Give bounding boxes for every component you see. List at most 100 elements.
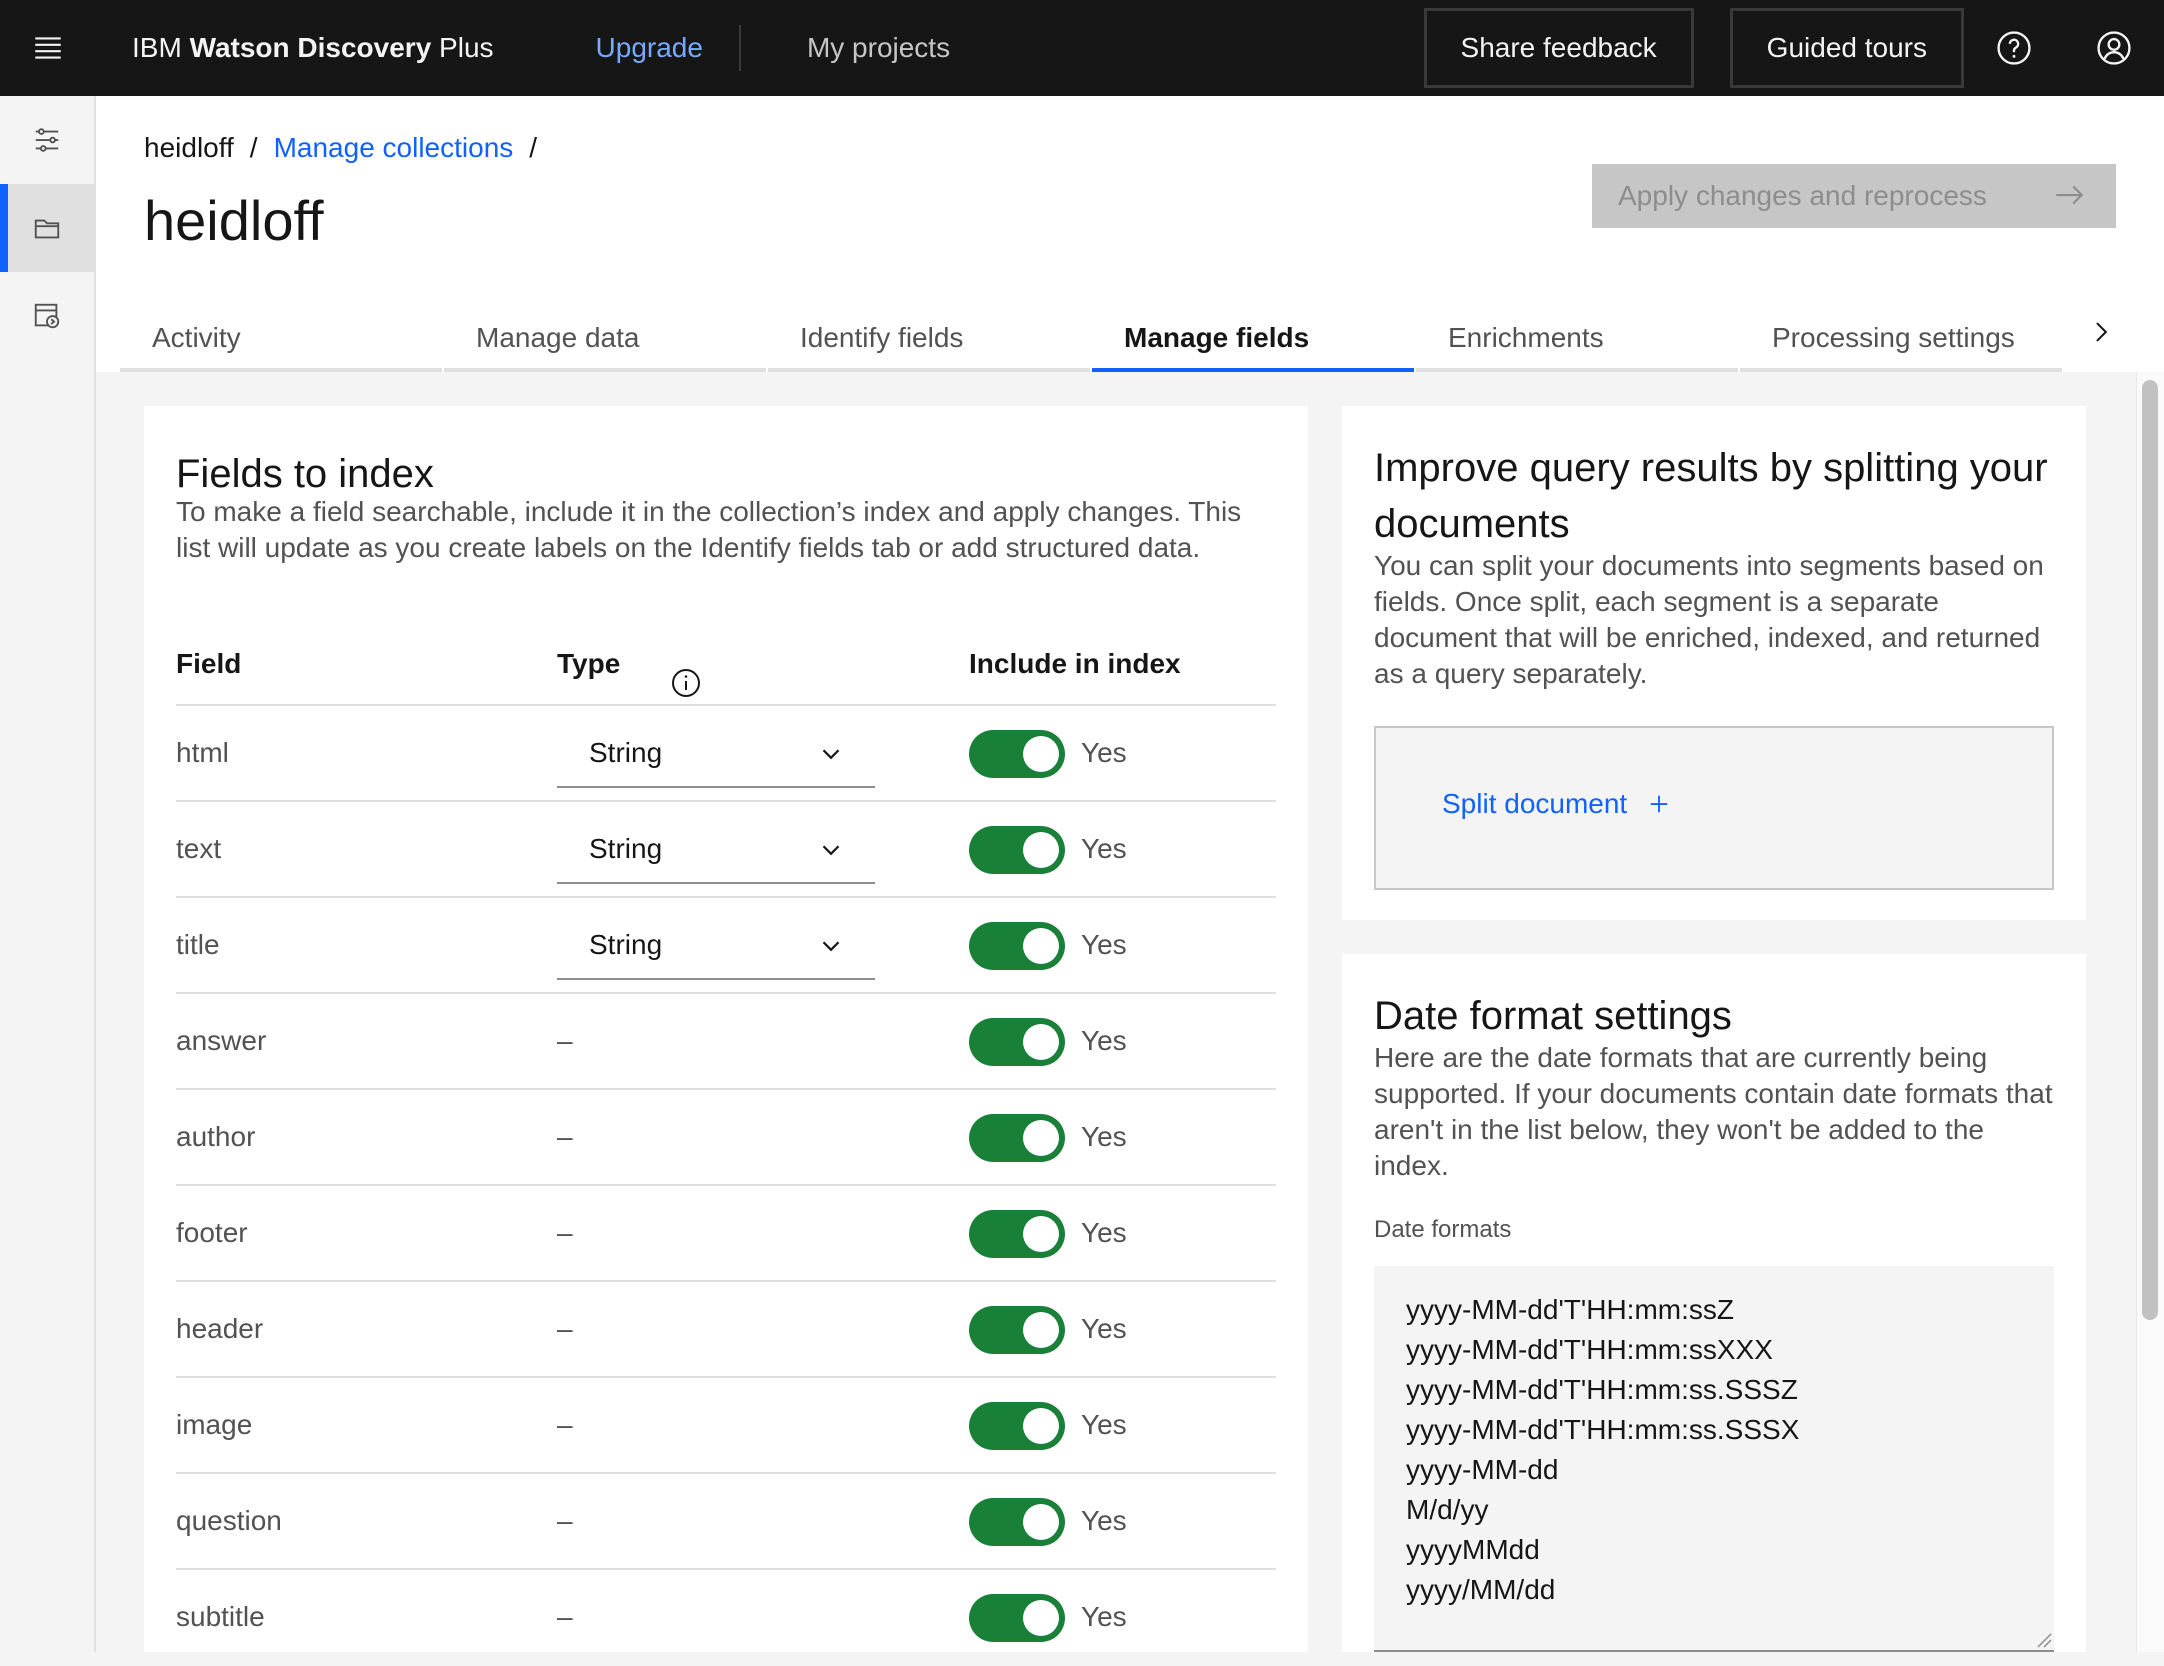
type-dropdown[interactable]: String xyxy=(557,720,875,788)
table-row: header – Yes xyxy=(176,1282,1276,1378)
type-value: – xyxy=(557,1505,573,1536)
include-toggle[interactable] xyxy=(969,1402,1065,1450)
split-document-box: Split document xyxy=(1374,726,2054,890)
include-toggle-label: Yes xyxy=(1081,1121,1127,1152)
type-dropdown[interactable]: String xyxy=(557,912,875,980)
page-title: heidloff xyxy=(144,189,324,252)
include-toggle-label: Yes xyxy=(1081,1505,1127,1536)
include-toggle[interactable] xyxy=(969,1210,1065,1258)
include-toggle[interactable] xyxy=(969,1594,1065,1642)
type-value: – xyxy=(557,1217,573,1248)
share-feedback-button[interactable]: Share feedback xyxy=(1423,8,1694,88)
tab-manage-data[interactable]: Manage data xyxy=(444,308,766,372)
table-row: question – Yes xyxy=(176,1474,1276,1570)
include-toggle-label: Yes xyxy=(1081,1313,1127,1344)
field-name: answer xyxy=(176,1025,267,1056)
field-name: header xyxy=(176,1313,264,1344)
folder-icon[interactable] xyxy=(0,184,94,272)
include-toggle-label: Yes xyxy=(1081,1025,1127,1056)
include-toggle-label: Yes xyxy=(1081,1601,1127,1632)
page-header: heidloff / Manage collections / heidloff… xyxy=(96,96,2164,372)
type-value: – xyxy=(557,1601,573,1632)
settings-sliders-icon[interactable] xyxy=(0,96,94,184)
my-projects-link[interactable]: My projects xyxy=(807,32,950,64)
date-format-line: yyyy-MM-dd'T'HH:mm:ss.SSSZ xyxy=(1406,1374,1798,1405)
hamburger-menu-icon[interactable] xyxy=(0,0,96,96)
include-toggle-label: Yes xyxy=(1081,1409,1127,1440)
table-row: answer – Yes xyxy=(176,994,1276,1090)
include-toggle[interactable] xyxy=(969,826,1065,874)
field-name: title xyxy=(176,929,220,960)
include-toggle[interactable] xyxy=(969,922,1065,970)
table-row: title String Yes xyxy=(176,898,1276,994)
column-header-field: Field xyxy=(176,648,242,679)
chevron-down-icon xyxy=(822,749,840,760)
tab-enrichments[interactable]: Enrichments xyxy=(1416,308,1738,372)
include-toggle[interactable] xyxy=(969,1306,1065,1354)
breadcrumb: heidloff / Manage collections / xyxy=(144,132,537,164)
tab-processing-settings[interactable]: Processing settings xyxy=(1740,308,2062,372)
field-name: image xyxy=(176,1409,253,1440)
split-document-label: Split document xyxy=(1442,788,1628,819)
table-header: Field Type Include in index xyxy=(176,622,1276,706)
user-avatar-icon[interactable] xyxy=(2064,0,2164,96)
brand-bold: Watson Discovery xyxy=(189,32,432,63)
top-header: IBM Watson Discovery Plus Upgrade My pro… xyxy=(0,0,2164,96)
tab-activity[interactable]: Activity xyxy=(120,308,442,372)
table-row: author – Yes xyxy=(176,1090,1276,1186)
include-toggle-label: Yes xyxy=(1081,1217,1127,1248)
chevron-right-icon[interactable] xyxy=(2086,312,2116,352)
tab-identify-fields[interactable]: Identify fields xyxy=(768,308,1090,372)
column-header-include: Include in index xyxy=(969,648,1181,679)
include-toggle[interactable] xyxy=(969,1018,1065,1066)
type-dropdown[interactable]: String xyxy=(557,816,875,884)
date-format-line: yyyy-MM-dd'T'HH:mm:ssXXX xyxy=(1406,1334,1773,1365)
split-documents-panel: Improve query results by splitting your … xyxy=(1342,406,2086,920)
include-toggle[interactable] xyxy=(969,730,1065,778)
table-row: image – Yes xyxy=(176,1378,1276,1474)
date-format-line: yyyy/MM/dd xyxy=(1406,1574,1556,1605)
split-panel-title: Improve query results by splitting your … xyxy=(1374,446,2048,546)
type-value: – xyxy=(557,1025,573,1056)
type-dropdown-value: String xyxy=(589,737,663,768)
date-formats-textarea[interactable]: yyyy-MM-dd'T'HH:mm:ssZ yyyy-MM-dd'T'HH:m… xyxy=(1374,1266,2054,1652)
field-name: subtitle xyxy=(176,1601,265,1632)
brand-suffix: Plus xyxy=(431,32,494,63)
table-row: footer – Yes xyxy=(176,1186,1276,1282)
column-header-type: Type xyxy=(557,648,621,679)
date-formats-label: Date formats xyxy=(1374,1216,1512,1243)
breadcrumb-manage-collections[interactable]: Manage collections xyxy=(274,132,514,164)
apply-changes-button[interactable]: Apply changes and reprocess xyxy=(1592,164,2116,228)
scrollbar-thumb[interactable] xyxy=(2142,380,2158,1320)
tab-list: Activity Manage data Identify fields Man… xyxy=(120,308,2064,372)
type-dropdown-value: String xyxy=(589,833,663,864)
split-document-link[interactable]: Split document xyxy=(1442,788,1671,820)
resize-handle-icon[interactable] xyxy=(2034,1630,2052,1648)
table-row: html String Yes xyxy=(176,706,1276,802)
table-row: text String Yes xyxy=(176,802,1276,898)
breadcrumb-separator: / xyxy=(529,132,538,163)
info-icon[interactable] xyxy=(670,648,702,697)
date-format-line: M/d/yy xyxy=(1406,1494,1489,1525)
apply-changes-label: Apply changes and reprocess xyxy=(1618,180,1987,211)
deploy-icon[interactable] xyxy=(0,272,94,360)
tab-manage-fields[interactable]: Manage fields xyxy=(1092,308,1414,372)
guided-tours-button[interactable]: Guided tours xyxy=(1729,8,1964,88)
fields-table-body: html String Yes text String Yes title St… xyxy=(176,706,1276,1666)
breadcrumb-root[interactable]: heidloff xyxy=(144,132,234,164)
arrow-right-icon xyxy=(2056,185,2084,205)
field-name: question xyxy=(176,1505,282,1536)
include-toggle[interactable] xyxy=(969,1114,1065,1162)
include-toggle-label: Yes xyxy=(1081,833,1127,864)
field-name: text xyxy=(176,833,222,864)
help-icon[interactable] xyxy=(1964,0,2064,96)
date-panel-description: Here are the date formats that are curre… xyxy=(1374,1042,2053,1181)
field-name: author xyxy=(176,1121,256,1152)
product-name[interactable]: IBM Watson Discovery Plus xyxy=(132,32,494,64)
include-toggle[interactable] xyxy=(969,1498,1065,1546)
date-format-panel: Date format settings Here are the date f… xyxy=(1342,954,2086,1652)
upgrade-link[interactable]: Upgrade xyxy=(596,32,703,64)
date-panel-title: Date format settings xyxy=(1374,994,1732,1038)
left-nav-rail xyxy=(0,96,96,1652)
type-value: – xyxy=(557,1409,573,1440)
